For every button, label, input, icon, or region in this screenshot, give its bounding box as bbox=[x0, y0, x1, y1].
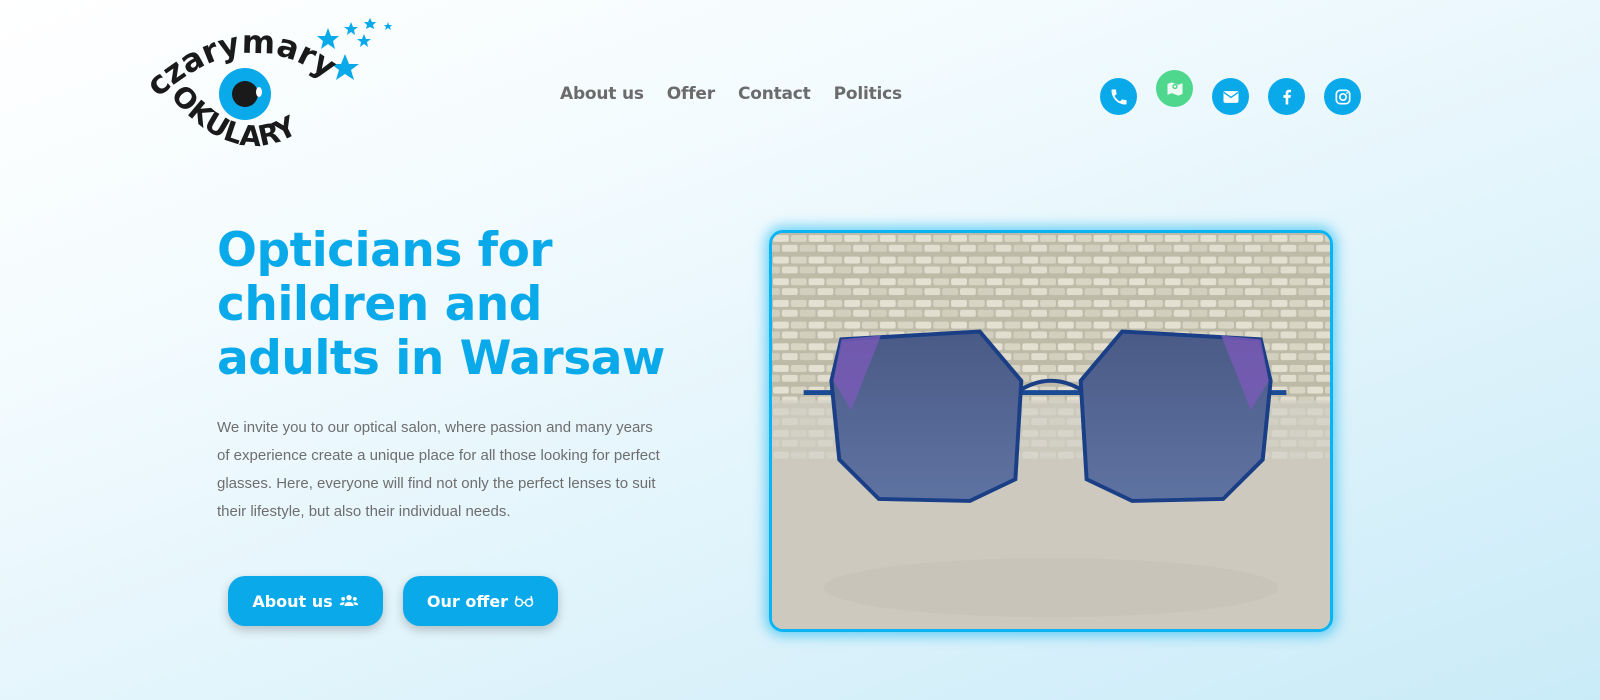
eye-icon bbox=[219, 68, 271, 120]
nav-item-offer[interactable]: Offer bbox=[667, 84, 715, 104]
hero-title-line-3: adults in Warsaw bbox=[217, 331, 665, 386]
about-us-button[interactable]: About us bbox=[228, 576, 383, 626]
map-icon[interactable] bbox=[1156, 70, 1193, 107]
nav-item-about-us[interactable]: About us bbox=[560, 84, 644, 104]
hero-photo bbox=[769, 230, 1333, 632]
hero-title-line-1: Opticians for bbox=[217, 223, 553, 278]
our-offer-button[interactable]: Our offer bbox=[403, 576, 558, 626]
envelope-icon[interactable] bbox=[1212, 78, 1249, 115]
facebook-icon[interactable] bbox=[1268, 78, 1305, 115]
nav-item-contact[interactable]: Contact bbox=[738, 84, 811, 104]
our-offer-button-label: Our offer bbox=[426, 591, 509, 611]
nav-item-politics[interactable]: Politics bbox=[834, 84, 903, 104]
social-links bbox=[1100, 70, 1380, 115]
about-us-button-label: About us bbox=[252, 591, 333, 611]
sunglasses-image bbox=[772, 233, 1330, 629]
glasses-icon bbox=[514, 595, 534, 607]
phone-icon[interactable] bbox=[1100, 78, 1137, 115]
main-nav: About us Offer Contact Politics bbox=[560, 84, 925, 104]
logo[interactable]: czarymary OKULARY bbox=[139, 18, 404, 154]
hero-title: Opticians for children and adults in War… bbox=[217, 224, 697, 386]
hero-title-line-2: children and bbox=[217, 277, 542, 332]
users-icon bbox=[339, 595, 358, 606]
instagram-icon[interactable] bbox=[1324, 78, 1361, 115]
hero-description: We invite you to our optical salon, wher… bbox=[217, 419, 660, 520]
